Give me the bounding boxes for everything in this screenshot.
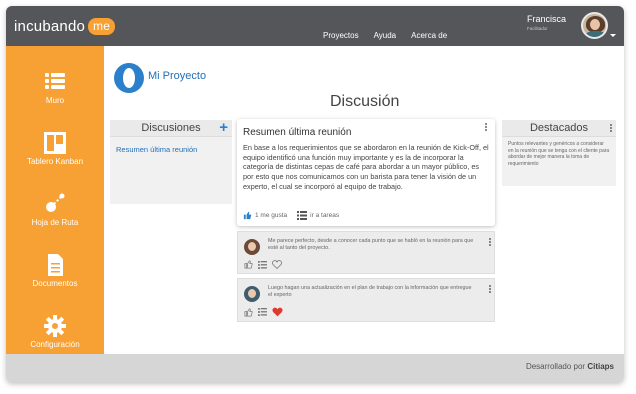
- more-options-icon[interactable]: [610, 124, 613, 133]
- discussions-header: Discusiones: [110, 120, 232, 137]
- footer-prefix: Desarrollado por: [525, 362, 586, 371]
- sidebar-item-label: Muro: [45, 96, 65, 105]
- summary-body: En base a los requerimientos que se abor…: [243, 143, 489, 191]
- thumbs-up-icon: [243, 211, 252, 220]
- sidebar-item-documentos[interactable]: Documentos: [6, 247, 104, 297]
- tasks-icon: [297, 211, 308, 220]
- sidebar-item-muro[interactable]: Muro: [6, 64, 104, 114]
- comment-item: Luego hagan una actualización en el plan…: [237, 278, 495, 322]
- sidebar-item-label: Documentos: [32, 279, 78, 288]
- tasks-link[interactable]: ir a tareas: [297, 211, 339, 220]
- project-logo: [114, 63, 144, 93]
- footer-credit: Desarrollado por Citiaps: [526, 362, 614, 371]
- nav-acerca-de[interactable]: Acerca de: [411, 31, 447, 40]
- tasks-icon[interactable]: [258, 308, 267, 316]
- app-window: incubando me Proyectos Ayuda Acerca de F…: [6, 6, 624, 382]
- comment-item: Me parece perfecto, desde a conocer cada…: [237, 231, 495, 274]
- top-nav: Proyectos Ayuda Acerca de: [323, 31, 447, 40]
- project-title[interactable]: Mi Proyecto: [148, 70, 206, 82]
- user-role: Facilitador: [526, 26, 548, 31]
- highlights-header-label: Destacados: [529, 122, 589, 134]
- brand-logo[interactable]: incubando me: [14, 18, 116, 35]
- highlights-panel: Destacados Puntos relevantes y genéricos…: [502, 120, 616, 186]
- discussions-header-label: Discusiones: [141, 122, 201, 134]
- user-name: Francisca: [526, 14, 566, 24]
- main-content: Mi Proyecto Discusión Discusiones + Resu…: [104, 46, 624, 354]
- thumbs-up-icon[interactable]: [244, 260, 253, 269]
- sidebar-item-label: Configuración: [30, 340, 80, 349]
- comment-text: Me parece perfecto, desde a conocer cada…: [268, 238, 474, 252]
- add-discussion-button[interactable]: +: [219, 119, 228, 136]
- like-count: 1 me gusta: [255, 212, 288, 219]
- comment-actions: [244, 260, 282, 269]
- document-icon: [48, 254, 63, 276]
- avatar: [244, 239, 260, 255]
- comment-actions: [244, 307, 283, 317]
- sidebar: Muro Tablero Kanban Hoja de Ruta Documen…: [6, 46, 104, 354]
- brand-badge: me: [88, 18, 116, 35]
- avatar[interactable]: [581, 12, 608, 39]
- sidebar-item-configuracion[interactable]: Configuración: [6, 308, 104, 358]
- highlights-body: Puntos relevantes y genéricos a consider…: [508, 141, 610, 167]
- more-options-icon[interactable]: [489, 238, 492, 247]
- chevron-down-icon[interactable]: [610, 34, 616, 37]
- heart-icon[interactable]: [272, 307, 283, 317]
- sidebar-item-kanban[interactable]: Tablero Kanban: [6, 125, 104, 175]
- discussions-panel: Discusiones + Resumen última reunión: [110, 119, 232, 204]
- discussion-item[interactable]: Resumen última reunión: [110, 137, 232, 162]
- route-icon: [46, 193, 65, 212]
- sidebar-item-label: Tablero Kanban: [26, 157, 84, 166]
- tasks-label: ir a tareas: [310, 212, 340, 219]
- comment-text: Luego hagan una actualización en el plan…: [268, 285, 472, 299]
- highlights-header: Destacados: [502, 120, 616, 137]
- summary-title: Resumen última reunión: [243, 127, 352, 138]
- sidebar-item-label: Hoja de Ruta: [31, 218, 79, 227]
- top-bar: incubando me Proyectos Ayuda Acerca de F…: [6, 6, 624, 46]
- summary-actions: 1 me gusta ir a tareas: [243, 211, 339, 220]
- like-button[interactable]: 1 me gusta: [243, 211, 287, 220]
- list-icon: [45, 73, 65, 89]
- tasks-icon[interactable]: [258, 260, 267, 269]
- kanban-icon: [44, 132, 66, 154]
- nav-proyectos[interactable]: Proyectos: [323, 31, 359, 40]
- thumbs-up-icon[interactable]: [244, 308, 253, 317]
- more-options-icon[interactable]: [485, 123, 488, 132]
- user-info[interactable]: Francisca Facilitador: [527, 14, 566, 31]
- more-options-icon[interactable]: [489, 285, 492, 294]
- avatar: [244, 286, 260, 302]
- gear-icon: [44, 315, 66, 337]
- brand-name: incubando: [14, 18, 86, 35]
- nav-ayuda[interactable]: Ayuda: [374, 31, 397, 40]
- footer: Desarrollado por Citiaps: [6, 354, 624, 382]
- heart-icon[interactable]: [272, 260, 282, 269]
- sidebar-item-hoja-de-ruta[interactable]: Hoja de Ruta: [6, 186, 104, 236]
- page-title: Discusión: [330, 93, 400, 110]
- footer-brand[interactable]: Citiaps: [587, 362, 614, 371]
- summary-card: Resumen última reunión En base a los req…: [237, 119, 495, 226]
